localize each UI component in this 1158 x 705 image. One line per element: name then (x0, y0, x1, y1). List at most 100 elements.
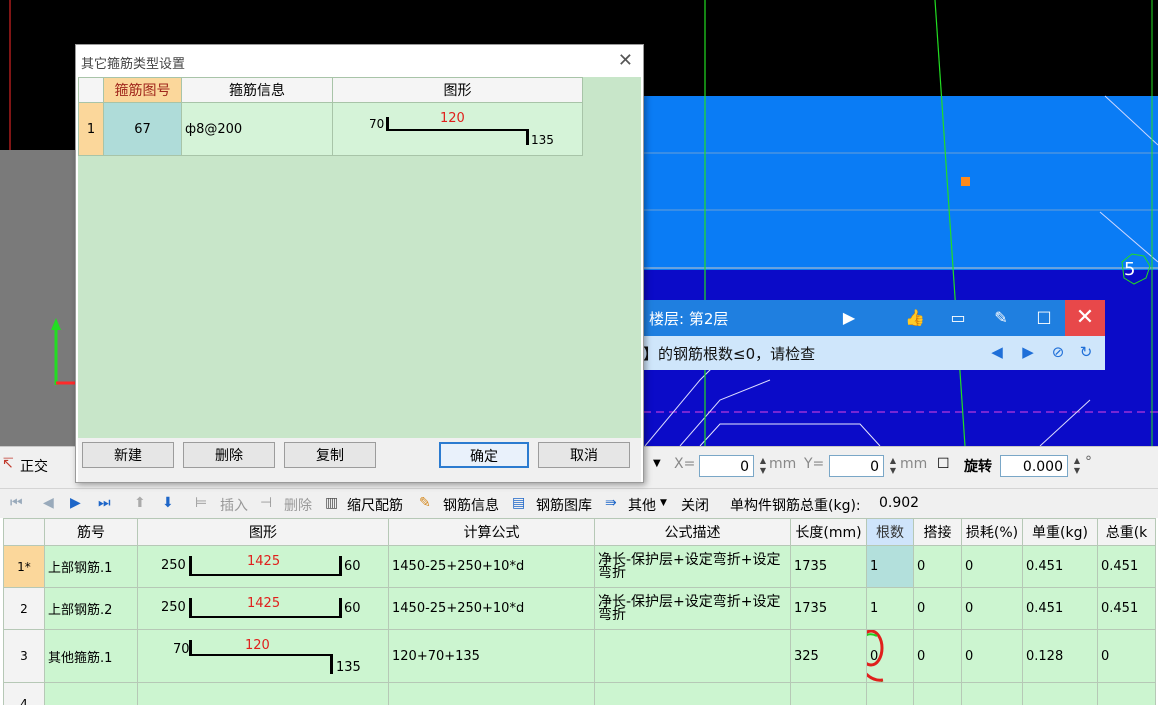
rebar-library-icon[interactable]: ▤ (512, 495, 525, 511)
bar-name[interactable]: 上部钢筋.2 (44, 587, 138, 630)
lap-cell[interactable]: 0 (913, 545, 962, 588)
description-cell[interactable] (594, 629, 791, 683)
other-icon[interactable]: ⇛ (605, 495, 617, 511)
header-count[interactable]: 根数 (866, 518, 914, 546)
table-row[interactable]: 1* 上部钢筋.1 250 1425 60 1450-25+250+10*d 净… (3, 545, 1156, 588)
total-weight-cell[interactable]: 0.451 (1097, 587, 1156, 630)
table-row[interactable]: 4 (3, 682, 1156, 705)
header-total-weight[interactable]: 总重(k (1097, 518, 1156, 546)
bar-name[interactable] (44, 682, 138, 705)
rebar-info-icon[interactable]: ✎ (419, 495, 431, 511)
formula-cell[interactable]: 1450-25+250+10*d (388, 587, 595, 630)
delete-button[interactable]: 删除 (183, 442, 275, 468)
unit-weight-cell[interactable]: 0.451 (1022, 545, 1098, 588)
length-cell[interactable]: 325 (790, 629, 867, 683)
row-number[interactable]: 1* (3, 545, 45, 588)
last-record-icon[interactable]: ⏭ (98, 495, 111, 511)
next-record-icon[interactable]: ▶ (70, 495, 81, 511)
count-cell[interactable]: 0 (866, 629, 914, 683)
row-number[interactable]: 1 (78, 102, 104, 156)
prev-record-icon[interactable]: ◀ (43, 495, 54, 511)
x-input[interactable]: 0 (699, 455, 754, 477)
delete-icon[interactable]: ⊣ (260, 495, 272, 511)
insert-icon[interactable]: ⊨ (195, 495, 207, 511)
loss-cell[interactable]: 0 (961, 629, 1023, 683)
unit-weight-cell[interactable]: 0.451 (1022, 587, 1098, 630)
description-cell[interactable]: 净长-保护层+设定弯折+设定弯折 (594, 545, 791, 588)
loss-cell[interactable]: 0 (961, 587, 1023, 630)
lap-cell[interactable]: 0 (913, 587, 962, 630)
header-bar-number[interactable]: 筋号 (44, 518, 138, 546)
formula-cell[interactable]: 1450-25+250+10*d (388, 545, 595, 588)
cancel-button[interactable]: 取消 (538, 442, 630, 468)
scale-rebar-button[interactable]: 缩尺配筋 (347, 495, 403, 515)
header-stirrup-code[interactable]: 箍筋图号 (103, 77, 182, 103)
description-cell[interactable] (594, 682, 791, 705)
insert-button[interactable]: 插入 (220, 495, 248, 515)
first-record-icon[interactable]: ⏮ (10, 495, 23, 511)
header-shape[interactable]: 图形 (137, 518, 389, 546)
copy-button[interactable]: 复制 (284, 442, 376, 468)
block-icon[interactable]: ⊘ (1048, 343, 1068, 361)
ortho-label[interactable]: 正交 (20, 456, 48, 476)
row-number[interactable]: 4 (3, 682, 45, 705)
rotate-input[interactable]: 0.000 (1000, 455, 1068, 477)
row-number[interactable]: 3 (3, 629, 45, 683)
rebar-info-button[interactable]: 钢筋信息 (443, 495, 499, 515)
description-cell[interactable]: 净长-保护层+设定弯折+设定弯折 (594, 587, 791, 630)
close-icon[interactable]: ✕ (1065, 300, 1105, 336)
shape-cell[interactable]: 250 1425 60 (137, 587, 389, 630)
formula-cell[interactable]: 120+70+135 (388, 629, 595, 683)
dropdown-arrow-icon[interactable]: ▼ (653, 458, 661, 469)
length-cell[interactable] (790, 682, 867, 705)
prev-icon[interactable]: ◀ (987, 343, 1007, 361)
dialog-close-icon[interactable]: ✕ (618, 50, 633, 71)
thumbs-up-icon[interactable]: 👍 (904, 308, 926, 327)
header-formula[interactable]: 计算公式 (388, 518, 595, 546)
other-dropdown-icon[interactable]: ▼ (660, 498, 667, 508)
table-row[interactable]: 3 其他箍筋.1 70 120 135 120+70+135 325 0 0 0… (3, 629, 1156, 683)
loss-cell[interactable] (961, 682, 1023, 705)
x-spinner-icon[interactable]: ▲ ▼ (758, 456, 768, 476)
chat-icon[interactable]: ▭ (947, 308, 969, 327)
shape-cell[interactable]: 250 1425 60 (137, 545, 389, 588)
scale-rebar-icon[interactable]: ▥ (325, 495, 338, 511)
stirrup-code-cell[interactable]: 67 (103, 102, 182, 156)
edit-icon[interactable]: ✎ (990, 308, 1012, 327)
ortho-icon[interactable]: ↸ (2, 456, 14, 472)
y-spinner-icon[interactable]: ▲ ▼ (888, 456, 898, 476)
header-formula-description[interactable]: 公式描述 (594, 518, 791, 546)
move-up-icon[interactable]: ⬆ (134, 495, 146, 511)
rotate-spinner-icon[interactable]: ▲ ▼ (1072, 456, 1082, 476)
total-weight-cell[interactable]: 0.451 (1097, 545, 1156, 588)
length-cell[interactable]: 1735 (790, 545, 867, 588)
stirrup-row[interactable]: 1 67 ф8@200 70 120 135 (78, 102, 583, 156)
shape-cell[interactable]: 70 120 135 (137, 629, 389, 683)
close-button[interactable]: 关闭 (681, 495, 709, 515)
rebar-library-button[interactable]: 钢筋图库 (536, 495, 592, 515)
header-length[interactable]: 长度(mm) (790, 518, 867, 546)
count-cell[interactable]: 1 (866, 545, 914, 588)
table-row[interactable]: 2 上部钢筋.2 250 1425 60 1450-25+250+10*d 净长… (3, 587, 1156, 630)
move-down-icon[interactable]: ⬇ (162, 495, 174, 511)
count-cell[interactable] (866, 682, 914, 705)
header-shape[interactable]: 图形 (332, 77, 583, 103)
bar-name[interactable]: 其他箍筋.1 (44, 629, 138, 683)
refresh-icon[interactable]: ↻ (1076, 343, 1096, 361)
loss-cell[interactable]: 0 (961, 545, 1023, 588)
other-button[interactable]: 其他 (628, 495, 656, 515)
y-input[interactable]: 0 (829, 455, 884, 477)
stirrup-shape-cell[interactable]: 70 120 135 (332, 102, 583, 156)
lap-cell[interactable]: 0 (913, 629, 962, 683)
unit-weight-cell[interactable] (1022, 682, 1098, 705)
stirrup-info-cell[interactable]: ф8@200 (181, 102, 333, 156)
delete-row-button[interactable]: 删除 (284, 495, 312, 515)
header-loss[interactable]: 损耗(%) (961, 518, 1023, 546)
row-number[interactable]: 2 (3, 587, 45, 630)
ok-button[interactable]: 确定 (439, 442, 529, 468)
total-weight-cell[interactable]: 0 (1097, 629, 1156, 683)
unit-weight-cell[interactable]: 0.128 (1022, 629, 1098, 683)
next-icon[interactable]: ▶ (1018, 343, 1038, 361)
bar-name[interactable]: 上部钢筋.1 (44, 545, 138, 588)
header-unit-weight[interactable]: 单重(kg) (1022, 518, 1098, 546)
